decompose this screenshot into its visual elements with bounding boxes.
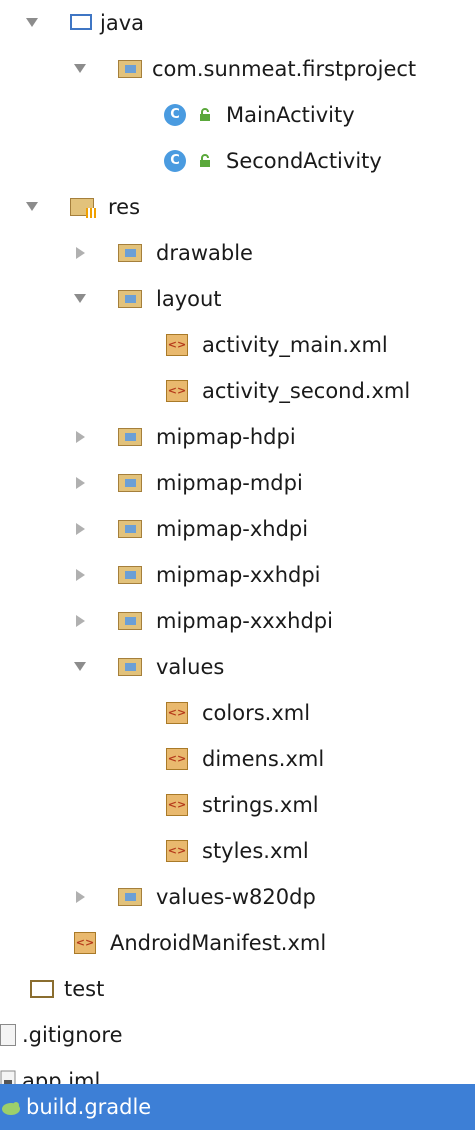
tree-node-java[interactable]: java	[0, 0, 475, 46]
tree-node-strings-xml[interactable]: <> strings.xml	[0, 782, 475, 828]
node-label: .gitignore	[22, 1023, 123, 1047]
folder-icon	[118, 244, 142, 262]
node-label: dimens.xml	[202, 747, 325, 771]
folder-icon	[118, 520, 142, 538]
tree-node-build-gradle[interactable]: build.gradle	[0, 1084, 475, 1130]
collapse-arrow-icon[interactable]	[26, 18, 38, 27]
xml-file-icon: <>	[166, 702, 188, 724]
node-label: mipmap-hdpi	[156, 425, 296, 449]
text-file-icon	[0, 1024, 16, 1046]
node-label: SecondActivity	[226, 149, 382, 173]
collapse-arrow-icon[interactable]	[74, 662, 86, 671]
node-label: build.gradle	[26, 1095, 152, 1119]
tree-node-values[interactable]: values	[0, 644, 475, 690]
expand-arrow-icon[interactable]	[76, 615, 85, 627]
tree-node-mipmap-xhdpi[interactable]: mipmap-xhdpi	[0, 506, 475, 552]
folder-icon	[118, 612, 142, 630]
node-label: activity_second.xml	[202, 379, 411, 403]
xml-file-icon: <>	[166, 334, 188, 356]
node-label: res	[108, 195, 141, 219]
xml-file-icon: <>	[166, 380, 188, 402]
node-label: mipmap-xhdpi	[156, 517, 309, 541]
node-label: colors.xml	[202, 701, 311, 725]
tree-node-test[interactable]: test	[0, 966, 475, 1012]
tree-node-package[interactable]: com.sunmeat.firstproject	[0, 46, 475, 92]
expand-arrow-icon[interactable]	[76, 891, 85, 903]
node-label: MainActivity	[226, 103, 355, 127]
folder-icon	[118, 428, 142, 446]
expand-arrow-icon[interactable]	[76, 523, 85, 535]
node-label: drawable	[156, 241, 253, 265]
tree-node-mipmap-xxhdpi[interactable]: mipmap-xxhdpi	[0, 552, 475, 598]
class-icon: C	[164, 104, 186, 126]
xml-file-icon: <>	[166, 748, 188, 770]
lock-icon	[200, 154, 210, 167]
tree-node-activity-main-xml[interactable]: <> activity_main.xml	[0, 322, 475, 368]
tree-node-mipmap-xxxhdpi[interactable]: mipmap-xxxhdpi	[0, 598, 475, 644]
node-label: mipmap-xxhdpi	[156, 563, 321, 587]
node-label: java	[100, 11, 144, 35]
tree-node-mipmap-hdpi[interactable]: mipmap-hdpi	[0, 414, 475, 460]
tree-node-colors-xml[interactable]: <> colors.xml	[0, 690, 475, 736]
folder-icon	[118, 474, 142, 492]
tree-node-gitignore[interactable]: .gitignore	[0, 1012, 475, 1058]
node-label: activity_main.xml	[202, 333, 388, 357]
collapse-arrow-icon[interactable]	[26, 202, 38, 211]
collapse-arrow-icon[interactable]	[74, 64, 86, 73]
resource-folder-icon	[70, 198, 96, 218]
tree-node-layout[interactable]: layout	[0, 276, 475, 322]
xml-file-icon: <>	[166, 840, 188, 862]
node-label: com.sunmeat.firstproject	[152, 57, 417, 81]
tree-node-drawable[interactable]: drawable	[0, 230, 475, 276]
node-label: mipmap-mdpi	[156, 471, 303, 495]
expand-arrow-icon[interactable]	[76, 247, 85, 259]
tree-node-res[interactable]: res	[0, 184, 475, 230]
project-tree: java com.sunmeat.firstproject C MainActi…	[0, 0, 475, 1130]
collapse-arrow-icon[interactable]	[74, 294, 86, 303]
package-folder-icon	[118, 60, 142, 78]
tree-node-second-activity[interactable]: C SecondActivity	[0, 138, 475, 184]
xml-file-icon: <>	[74, 932, 96, 954]
class-icon: C	[164, 150, 186, 172]
node-label: values-w820dp	[156, 885, 316, 909]
node-label: mipmap-xxxhdpi	[156, 609, 333, 633]
tree-node-activity-second-xml[interactable]: <> activity_second.xml	[0, 368, 475, 414]
xml-file-icon: <>	[166, 794, 188, 816]
tree-node-android-manifest[interactable]: <> AndroidManifest.xml	[0, 920, 475, 966]
source-folder-icon	[70, 14, 92, 30]
gradle-icon	[2, 1102, 20, 1115]
lock-icon	[200, 108, 210, 121]
node-label: AndroidManifest.xml	[110, 931, 327, 955]
expand-arrow-icon[interactable]	[76, 431, 85, 443]
node-label: values	[156, 655, 225, 679]
folder-icon	[118, 290, 142, 308]
folder-icon	[118, 566, 142, 584]
node-label: styles.xml	[202, 839, 309, 863]
tree-node-styles-xml[interactable]: <> styles.xml	[0, 828, 475, 874]
expand-arrow-icon[interactable]	[76, 569, 85, 581]
node-label: test	[64, 977, 105, 1001]
folder-icon	[118, 888, 142, 906]
folder-icon	[30, 980, 54, 998]
tree-node-main-activity[interactable]: C MainActivity	[0, 92, 475, 138]
tree-node-dimens-xml[interactable]: <> dimens.xml	[0, 736, 475, 782]
node-label: layout	[156, 287, 222, 311]
tree-node-values-w820dp[interactable]: values-w820dp	[0, 874, 475, 920]
tree-node-mipmap-mdpi[interactable]: mipmap-mdpi	[0, 460, 475, 506]
folder-icon	[118, 658, 142, 676]
node-label: strings.xml	[202, 793, 319, 817]
expand-arrow-icon[interactable]	[76, 477, 85, 489]
